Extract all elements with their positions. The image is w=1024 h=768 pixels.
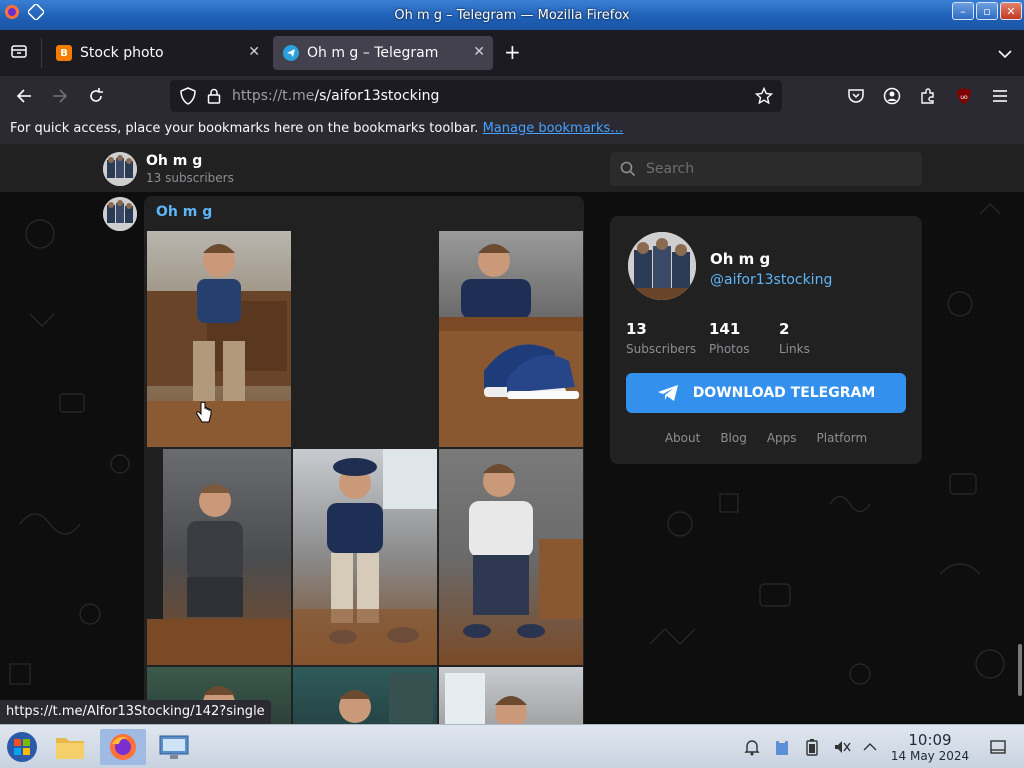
pocket-icon[interactable] <box>844 84 868 108</box>
tab-stock-photo[interactable]: B Stock photo ✕ <box>46 36 268 70</box>
photo-boy-grey-sweater[interactable] <box>147 449 291 665</box>
page-scrollbar[interactable] <box>1018 644 1022 696</box>
tab-telegram[interactable]: Oh m g – Telegram ✕ <box>273 36 493 70</box>
search-placeholder: Search <box>646 161 695 177</box>
tab-label: Oh m g – Telegram <box>307 45 439 61</box>
page-content: Oh m g 13 subscribers Search Oh m g Oh m… <box>0 144 1024 724</box>
card-footer-links: About Blog Apps Platform <box>610 431 922 445</box>
tray-expand-icon[interactable] <box>860 737 880 757</box>
account-icon[interactable] <box>880 84 904 108</box>
photo-boy-on-desk[interactable] <box>147 231 291 447</box>
notifications-icon[interactable] <box>742 737 762 757</box>
search-input[interactable]: Search <box>610 152 922 186</box>
forward-icon[interactable] <box>48 84 72 108</box>
remote-desktop-icon[interactable] <box>156 729 192 765</box>
close-tab-icon[interactable]: ✕ <box>473 44 485 60</box>
menu-icon[interactable] <box>988 84 1012 108</box>
download-telegram-button[interactable]: DOWNLOAD TELEGRAM <box>626 373 906 413</box>
manage-bookmarks-link[interactable]: Manage bookmarks… <box>483 121 624 136</box>
stat-label: Links <box>779 342 810 356</box>
stat-number: 13 <box>626 320 647 338</box>
stat-subscribers: 13 Subscribers <box>626 320 696 356</box>
channel-subscribers: 13 subscribers <box>146 171 234 185</box>
firefox-view-icon[interactable] <box>8 40 30 62</box>
photo-partial-2[interactable] <box>293 667 437 724</box>
download-label: DOWNLOAD TELEGRAM <box>692 385 876 401</box>
window-titlebar: Oh m g – Telegram — Mozilla Firefox – ▫ … <box>0 0 1024 30</box>
channel-message: Oh m g <box>144 196 584 724</box>
new-tab-button[interactable]: + <box>504 42 521 62</box>
tab-bar: B Stock photo ✕ Oh m g – Telegram ✕ + <box>0 30 1024 76</box>
stat-links[interactable]: 2 Links <box>779 320 810 356</box>
clock-time: 10:09 <box>908 731 952 749</box>
blog-link[interactable]: Blog <box>720 431 747 445</box>
list-all-tabs-icon[interactable] <box>998 44 1012 63</box>
photo-boy-beret[interactable] <box>293 449 437 665</box>
battery-icon[interactable] <box>802 737 822 757</box>
volume-muted-icon[interactable] <box>832 737 852 757</box>
tab-label: Stock photo <box>80 45 164 61</box>
start-menu-icon[interactable] <box>4 729 40 765</box>
apps-link[interactable]: Apps <box>767 431 797 445</box>
telegram-icon <box>283 45 299 61</box>
url-path: /s/aifor13stocking <box>314 88 440 104</box>
photo-partial-3[interactable] <box>439 667 583 724</box>
show-desktop-icon[interactable] <box>988 737 1008 757</box>
bookmark-star-icon[interactable] <box>752 84 776 108</box>
stat-number: 141 <box>709 320 741 338</box>
photo-boy-white-shirt[interactable] <box>439 449 583 665</box>
clock[interactable]: 10:09 14 May 2024 <box>890 731 970 763</box>
window-title: Oh m g – Telegram — Mozilla Firefox <box>394 8 630 23</box>
photo-sneakers-on-table[interactable] <box>439 231 583 447</box>
file-manager-icon[interactable] <box>52 729 88 765</box>
svg-text:uo: uo <box>960 94 968 101</box>
close-tab-icon[interactable]: ✕ <box>248 44 260 60</box>
search-icon <box>620 161 636 177</box>
telegram-plane-icon <box>657 385 678 401</box>
stat-label: Photos <box>709 342 750 356</box>
maximize-button[interactable]: ▫ <box>976 2 998 20</box>
card-channel-handle[interactable]: @aifor13stocking <box>710 272 832 288</box>
bookmarks-hint: For quick access, place your bookmarks h… <box>10 121 479 136</box>
url-text: https://t.me/s/aifor13stocking <box>232 88 439 104</box>
message-author[interactable]: Oh m g <box>156 204 212 220</box>
divider <box>41 38 42 68</box>
ublock-origin-icon[interactable]: uo <box>952 84 976 108</box>
navigation-bar: https://t.me/s/aifor13stocking uo <box>0 76 1024 116</box>
tracking-protection-shield-icon[interactable] <box>176 84 200 108</box>
channel-avatar[interactable] <box>103 152 137 186</box>
lock-icon[interactable] <box>202 84 226 108</box>
address-bar[interactable]: https://t.me/s/aifor13stocking <box>170 80 782 112</box>
card-channel-name: Oh m g <box>710 250 771 268</box>
firefox-taskbar-icon[interactable] <box>100 729 146 765</box>
taskbar: 10:09 14 May 2024 <box>0 724 1024 768</box>
stat-number: 2 <box>779 320 790 338</box>
photo-empty-slot <box>293 231 437 447</box>
blogger-icon: B <box>56 45 72 61</box>
back-icon[interactable] <box>12 84 36 108</box>
extensions-icon[interactable] <box>916 84 940 108</box>
channel-name[interactable]: Oh m g <box>146 153 202 169</box>
close-window-button[interactable]: ✕ <box>1000 2 1022 20</box>
reload-icon[interactable] <box>84 84 108 108</box>
url-host: https://t.me <box>232 88 315 104</box>
about-link[interactable]: About <box>665 431 700 445</box>
clock-date: 14 May 2024 <box>890 749 970 763</box>
channel-info-card: Oh m g @aifor13stocking 13 Subscribers 1… <box>610 216 922 464</box>
telegram-header: Oh m g 13 subscribers Search <box>0 144 1024 192</box>
platform-link[interactable]: Platform <box>817 431 868 445</box>
stat-label: Subscribers <box>626 342 697 356</box>
status-link-preview: https://t.me/AIfor13Stocking/142?single <box>0 700 271 724</box>
hand-cursor-icon <box>196 402 212 423</box>
clipboard-icon[interactable] <box>772 737 792 757</box>
minimize-button[interactable]: – <box>952 2 974 20</box>
message-author-avatar[interactable] <box>103 197 137 231</box>
channel-card-avatar[interactable] <box>628 232 696 300</box>
stat-photos[interactable]: 141 Photos <box>709 320 749 356</box>
bookmarks-toolbar: For quick access, place your bookmarks h… <box>0 116 1024 144</box>
